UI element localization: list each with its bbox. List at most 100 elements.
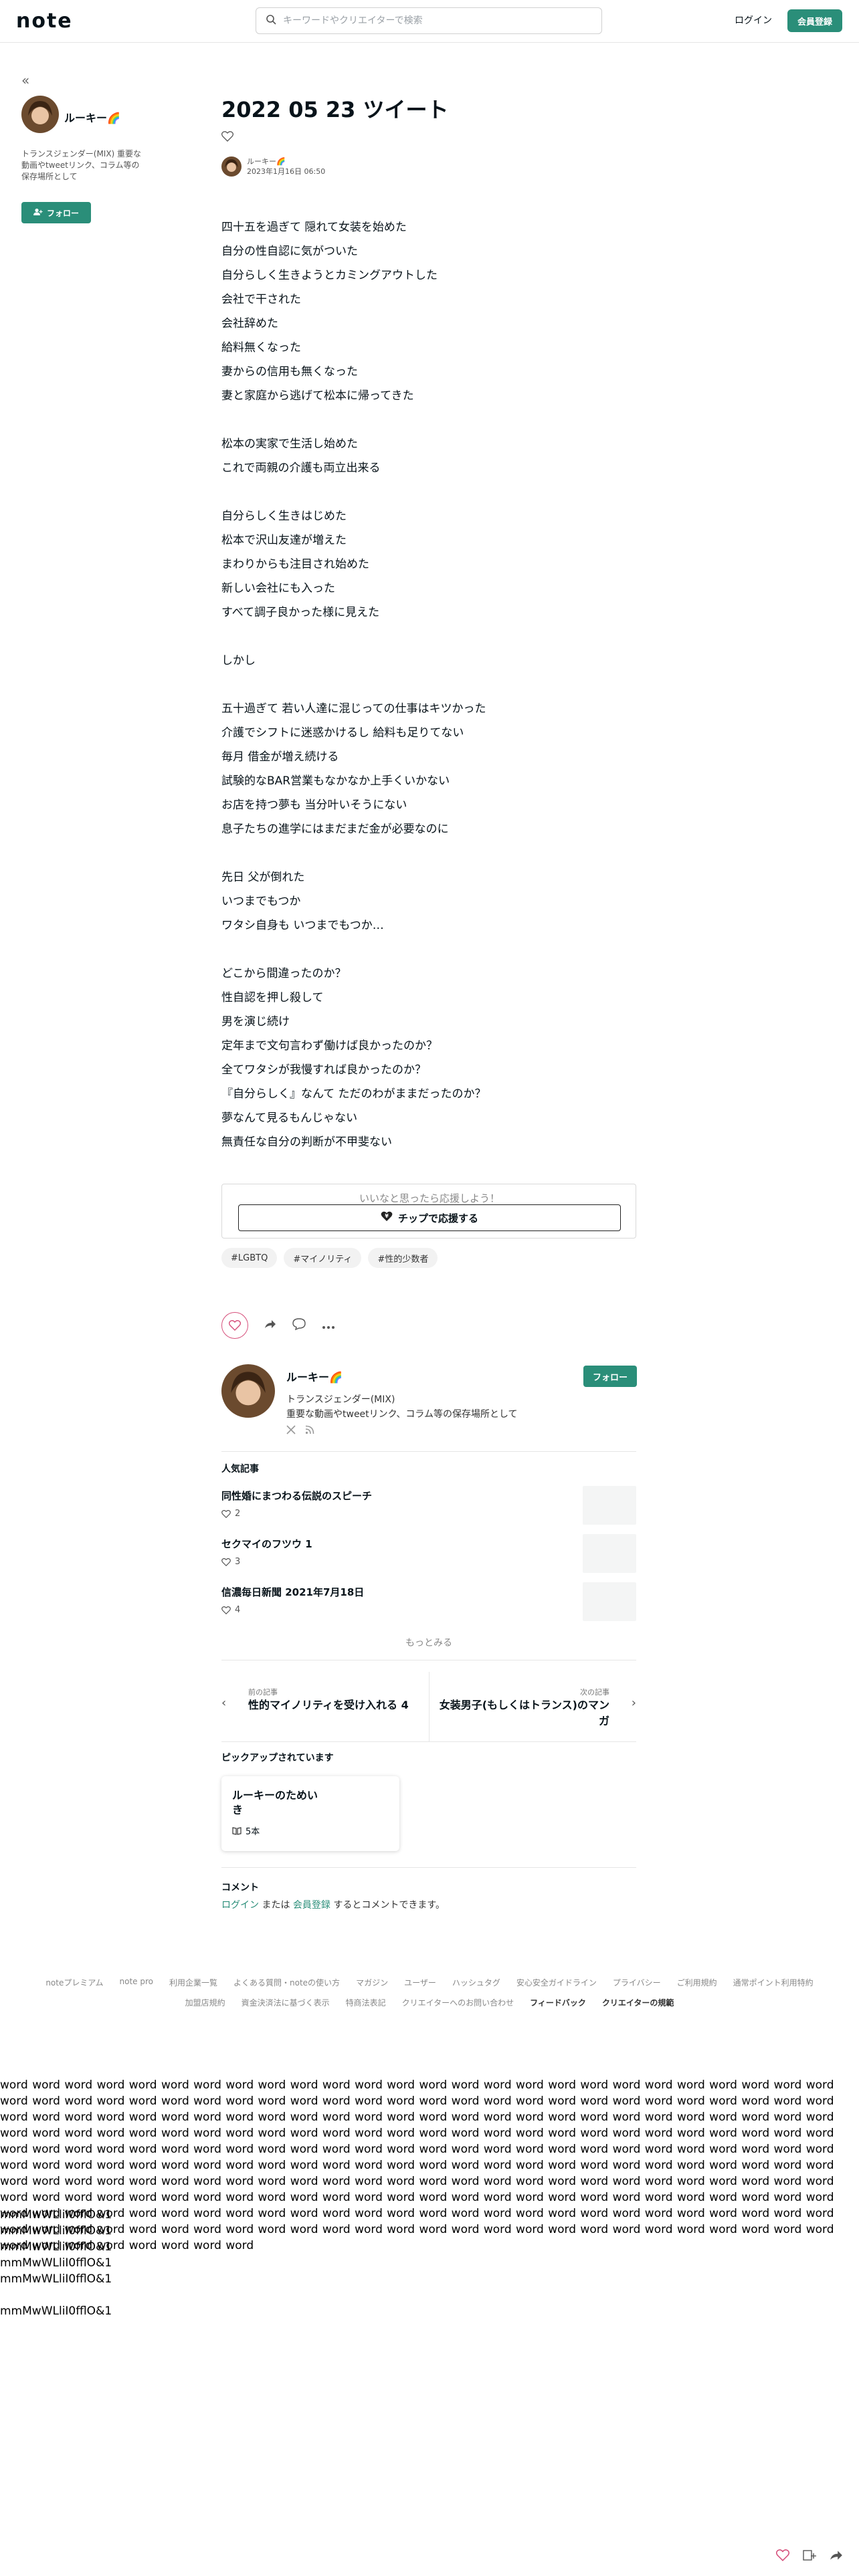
footer-link[interactable]: ユーザー: [404, 1977, 436, 1988]
prev-article-title[interactable]: 性的マイノリティを受け入れる 4: [248, 1697, 409, 1713]
x-icon[interactable]: [286, 1424, 296, 1437]
hashtag[interactable]: #LGBTQ: [221, 1248, 278, 1268]
article-body-line: 妻からの信用も無くなった: [221, 365, 358, 379]
like-button[interactable]: [221, 1312, 248, 1339]
pickup-title: ピックアップされています: [221, 1753, 334, 1763]
search-input[interactable]: [283, 15, 591, 26]
footer-link[interactable]: クリエイターへのお問い合わせ: [402, 1997, 514, 2008]
hashtag[interactable]: #マイノリティ: [284, 1248, 362, 1268]
article-body-line: これで両親の介護も両立出来る: [221, 461, 381, 475]
next-article-link[interactable]: 次の記事 女装男子(もしくはトランス)のマン ガ ›: [429, 1672, 636, 1741]
popular-article-item[interactable]: セクマイのフツウ 1 3: [221, 1534, 636, 1574]
sidebar-author-description: トランスジェンダー(MIX) 重要な動画やtweetリンク、コラム等の保存場所と…: [21, 149, 142, 181]
author-card-avatar[interactable]: [221, 1364, 275, 1418]
article-date: 2023年1月16日 06:50: [247, 167, 326, 176]
magazine-card[interactable]: ルーキーのためい き 5本: [221, 1776, 399, 1851]
article-body-line: [221, 625, 636, 649]
popular-article-title[interactable]: 同性婚にまつわる伝説のスピーチ: [221, 1489, 372, 1503]
footer-links-row2: 加盟店規約 資金決済法に基づく表示 特商法表記 クリエイターへのお問い合わせ フィードバ…: [0, 1997, 859, 2008]
avatar[interactable]: [21, 96, 59, 133]
magazine-add-icon[interactable]: [803, 2549, 816, 2564]
login-link[interactable]: ログイン: [735, 13, 772, 27]
popular-article-thumbnail[interactable]: [583, 1582, 636, 1621]
author-social-links: [286, 1424, 314, 1437]
author-avatar[interactable]: [221, 156, 242, 177]
footer-link[interactable]: クリエイターの規範: [602, 1997, 674, 2008]
footer-link[interactable]: note pro: [120, 1977, 153, 1988]
chevron-right-icon: ›: [631, 1696, 636, 1710]
article-body-line: [221, 408, 636, 432]
magazine-count: 5本: [232, 1824, 260, 1837]
collapse-sidebar-icon[interactable]: «: [21, 72, 29, 88]
popular-article-title[interactable]: セクマイのフツウ 1: [221, 1537, 312, 1551]
add-user-icon: [33, 208, 43, 218]
footer-link[interactable]: ハッシュタグ: [452, 1977, 500, 1988]
article-body-line: [221, 841, 636, 865]
comment-icon[interactable]: [292, 1318, 306, 1333]
popular-article-item[interactable]: 信濃毎日新聞 2021年7月18日 4: [221, 1582, 636, 1622]
sidebar-author-name[interactable]: ルーキー🌈: [64, 109, 120, 125]
previous-article-link[interactable]: ‹ 前の記事 性的マイノリティを受け入れる 4: [221, 1672, 429, 1741]
article-body-line: 松本で沢山友達が増えた: [221, 534, 347, 547]
comment-login-link[interactable]: ログイン: [221, 1900, 259, 1911]
note-logo[interactable]: note: [16, 9, 73, 33]
footer-link[interactable]: フィードバック: [530, 1997, 586, 2008]
popular-article-thumbnail[interactable]: [583, 1534, 636, 1573]
article-body-line: [221, 480, 636, 504]
article-body-line: 五十過ぎて 若い人達に混じっての仕事はキツかった: [221, 702, 486, 716]
share-icon[interactable]: [264, 1319, 276, 1332]
filler-line: mmMwWLliI0fflO&1: [0, 2272, 112, 2286]
share-icon[interactable]: [830, 2549, 843, 2564]
article-body-line: すべて調子良かった様に見えた: [221, 606, 380, 619]
popular-article-item[interactable]: 同性婚にまつわる伝説のスピーチ 2: [221, 1486, 636, 1526]
footer-link[interactable]: 特商法表記: [346, 1997, 386, 2008]
footer-link[interactable]: 加盟店規約: [185, 1997, 225, 2008]
footer-link[interactable]: 通常ポイント利用特約: [733, 1977, 814, 1988]
magazine-name[interactable]: ルーキーのためい き: [232, 1788, 332, 1818]
sidebar-follow-button[interactable]: フォロー: [21, 202, 91, 223]
footer-link[interactable]: 安心安全ガイドライン: [516, 1977, 597, 1988]
footer-link[interactable]: マガジン: [356, 1977, 388, 1988]
hashtag[interactable]: #性的少数者: [368, 1248, 438, 1268]
article-body-line: 自分らしく生きようとカミングアウトした: [221, 269, 438, 282]
divider: [221, 1867, 636, 1868]
filler-line: mmMwWLliI0fflO&1: [0, 2240, 112, 2254]
search-box[interactable]: [256, 7, 602, 34]
next-caption: 次の記事: [580, 1688, 609, 1697]
tip-button[interactable]: ¥ チップで応援する: [238, 1204, 621, 1231]
comment-register-link[interactable]: 会員登録: [293, 1900, 330, 1911]
heart-icon: [221, 1606, 231, 1614]
like-heart-icon[interactable]: [221, 131, 234, 144]
article-body-line: 会社で干された: [221, 293, 301, 306]
svg-text:¥: ¥: [385, 1213, 389, 1219]
filler-line: mmMwWLliI0fflO&1: [0, 2304, 112, 2318]
footer-link[interactable]: 利用企業一覧: [169, 1977, 217, 1988]
article-body-line: 先日 父が倒れた: [221, 871, 305, 884]
footer-link[interactable]: 資金決済法に基づく表示: [242, 1997, 330, 2008]
popular-article-title[interactable]: 信濃毎日新聞 2021年7月18日: [221, 1585, 364, 1599]
heart-icon[interactable]: [775, 2549, 790, 2564]
hashtag-list: #LGBTQ #マイノリティ #性的少数者: [221, 1248, 438, 1268]
footer-link[interactable]: ご利用規約: [677, 1977, 717, 1988]
footer-links-row1: noteプレミアム note pro 利用企業一覧 よくある質問・noteの使い方 マガ…: [0, 1977, 859, 1988]
next-article-title[interactable]: 女装男子(もしくはトランス)のマン ガ: [440, 1697, 609, 1729]
footer-link[interactable]: noteプレミアム: [45, 1977, 103, 1988]
article-body-line: [221, 938, 636, 962]
popular-article-thumbnail[interactable]: [583, 1486, 636, 1525]
article-body-line: 無責任な自分の判断が不甲斐ない: [221, 1136, 392, 1149]
signup-button[interactable]: 会員登録: [787, 9, 842, 32]
rss-icon[interactable]: [305, 1424, 314, 1437]
author-card-follow-button[interactable]: フォロー: [583, 1366, 637, 1387]
more-articles-link[interactable]: もっとみる: [221, 1636, 636, 1649]
article-body-line: いつまでもつか: [221, 895, 301, 908]
article-body-line: 『自分らしく』なんて ただのわがままだったのか？: [221, 1087, 486, 1101]
footer-link[interactable]: よくある質問・noteの使い方: [233, 1977, 340, 1988]
author-card-name[interactable]: ルーキー🌈: [286, 1368, 343, 1384]
article-body-line: 毎月 借金が増え続ける: [221, 750, 339, 764]
chevron-left-icon: ‹: [221, 1696, 227, 1710]
article-author-name[interactable]: ルーキー🌈: [247, 156, 325, 167]
more-options-icon[interactable]: [322, 1319, 335, 1332]
footer-link[interactable]: プライバシー: [613, 1977, 661, 1988]
article-author-row[interactable]: ルーキー🌈 2023年1月16日 06:50: [221, 156, 325, 177]
sidebar-follow-label: フォロー: [46, 208, 79, 218]
